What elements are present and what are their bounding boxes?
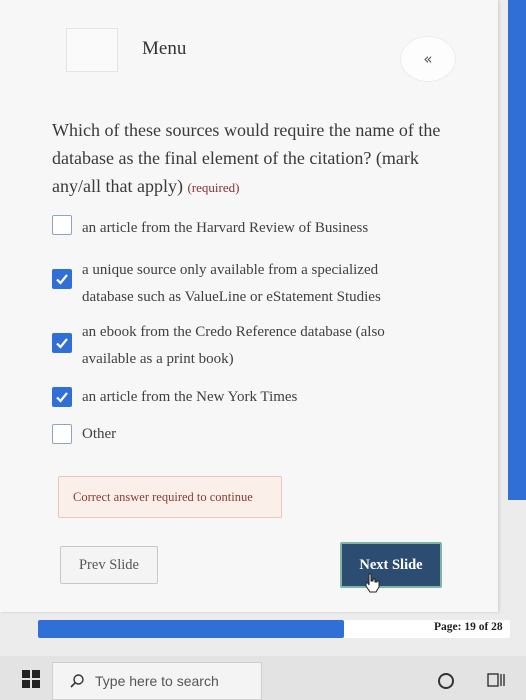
question-body: Which of these sources would require the… [52,120,441,196]
page-indicator: Page: 19 of 28 [434,621,503,633]
option-label-line2: available as a print book) [82,351,234,367]
hand-cursor-icon [365,573,380,593]
checkbox-harvard[interactable] [52,215,72,235]
question-text: Which of these sources would require the… [52,116,472,202]
option-label: Other [82,421,116,448]
checkbox-other[interactable] [52,424,72,444]
next-slide-button[interactable]: Next Slide [340,542,442,588]
option-label-line1: Other [82,426,117,442]
option-label: an article from the New York Times [82,384,297,411]
option-label-line2: database such as ValueLine or eStatement… [82,289,381,305]
checkbox-specialized-database[interactable] [52,269,72,289]
required-label: (required) [187,180,240,195]
option-label-line1: an ebook from the Credo Reference databa… [82,324,385,340]
logo-placeholder [66,28,118,72]
taskbar-search-box[interactable]: Type here to search [52,662,262,700]
side-indicator-dot [517,372,522,377]
option-specialized-database[interactable]: a unique source only available from a sp… [52,257,381,311]
option-label: an article from the Harvard Review of Bu… [82,215,368,242]
option-label: an ebook from the Credo Reference databa… [82,319,385,373]
progress-fill [38,620,344,638]
prev-slide-button[interactable]: Prev Slide [60,546,158,584]
side-scroll-strip [508,0,526,500]
option-nytimes[interactable]: an article from the New York Times [52,384,297,411]
option-label: a unique source only available from a sp… [82,257,381,311]
checkbox-credo-ebook[interactable] [52,333,72,353]
menu-title[interactable]: Menu [142,38,186,60]
option-label-line1: an article from the Harvard Review of Bu… [82,220,369,236]
feedback-message: Correct answer required to continue [58,476,282,518]
option-label-line1: an article from the New York Times [82,389,298,405]
checkmark-icon [56,392,68,403]
checkmark-icon [56,274,68,285]
option-credo-ebook[interactable]: an ebook from the Credo Reference databa… [52,319,385,373]
task-view-icon[interactable] [486,670,506,690]
option-harvard[interactable]: an article from the Harvard Review of Bu… [52,215,368,242]
cortana-icon[interactable] [438,673,454,689]
checkbox-nytimes[interactable] [52,387,72,407]
search-icon [70,674,84,688]
collapse-menu-button[interactable]: « [400,36,456,82]
option-label-line1: a unique source only available from a sp… [82,262,379,278]
windows-start-icon[interactable] [22,670,40,688]
checkmark-icon [56,338,68,349]
option-other[interactable]: Other [52,421,116,448]
search-placeholder: Type here to search [95,673,219,689]
